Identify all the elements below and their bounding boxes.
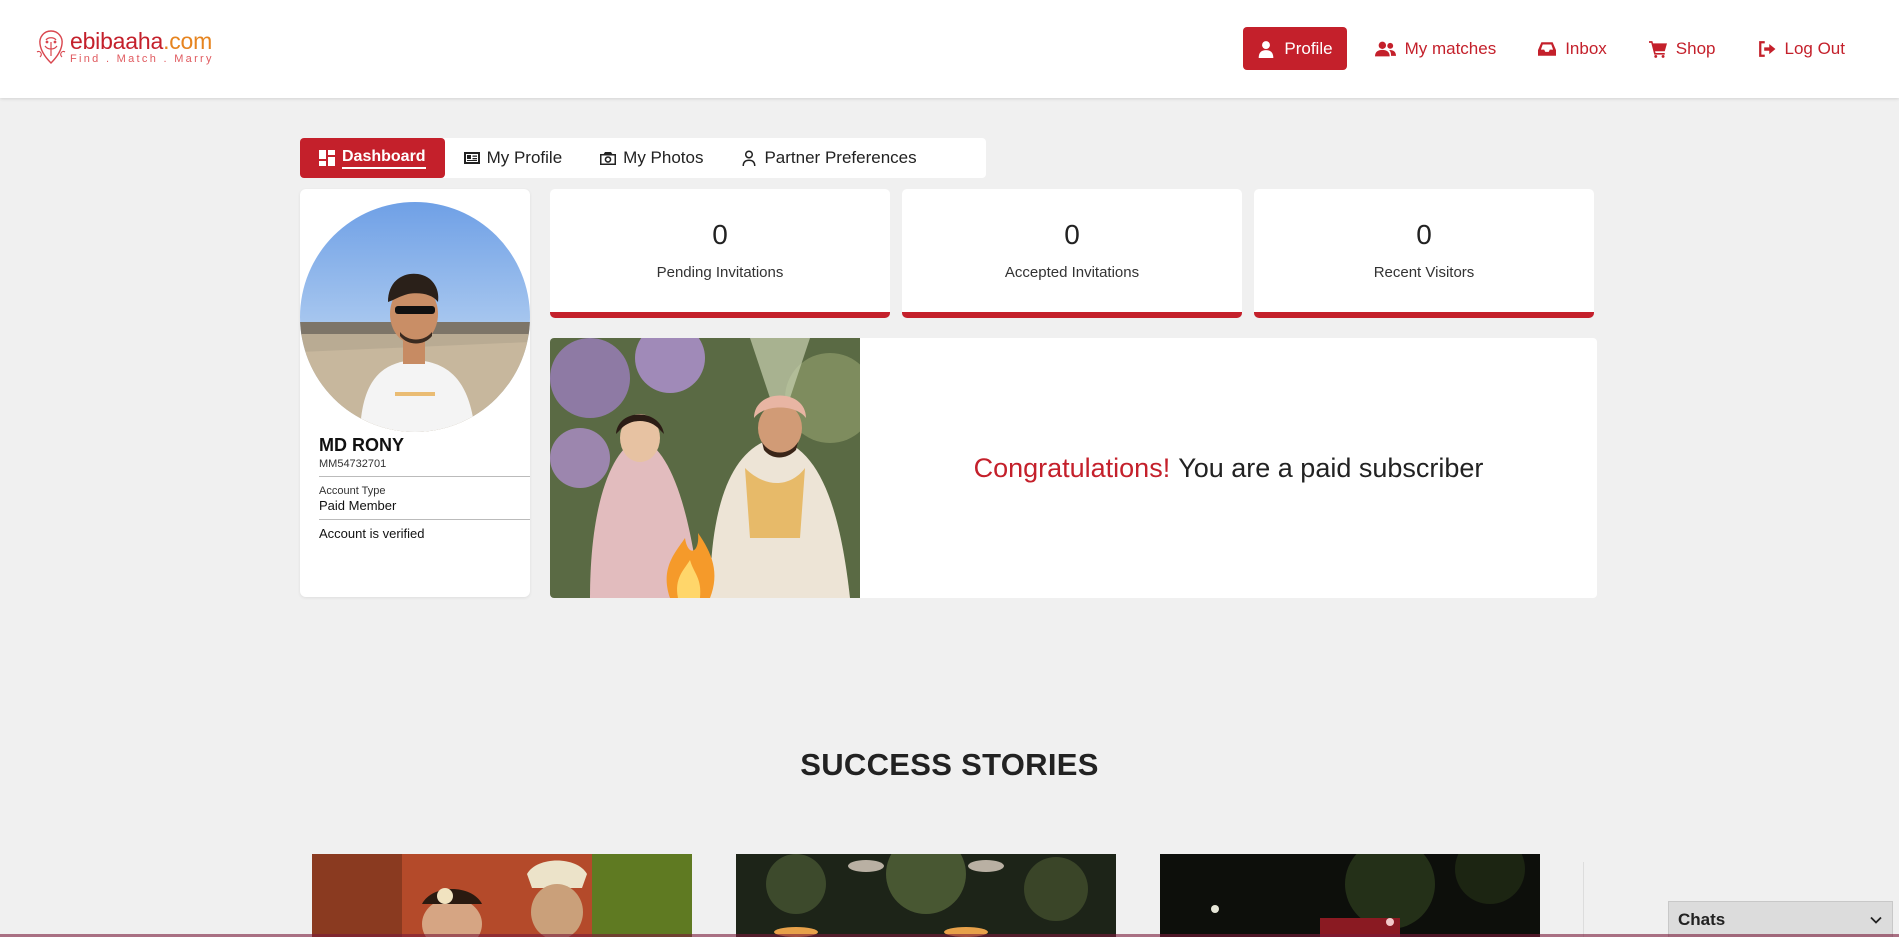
user-icon [1259,40,1274,58]
tab-my-profile-label: My Profile [486,148,563,167]
tab-my-photos[interactable]: My Photos [581,138,722,178]
site-logo[interactable]: ebibaaha.com Find . Match . Marry [34,28,214,66]
stat-label: Accepted Invitations [1004,264,1140,281]
story-photo [736,854,1116,937]
stat-label: Pending Invitations [656,264,784,281]
id-card-icon [463,152,480,164]
subscription-panel: Congratulations! You are a paid subscrib… [550,338,1597,598]
nav-profile[interactable]: Profile [1243,27,1347,70]
divider [1583,862,1584,937]
dashboard-icon [319,150,335,166]
logo-name: ebibaaha [70,27,164,54]
story-card[interactable] [736,854,1116,937]
avatar[interactable] [300,202,530,432]
stat-pending-invitations[interactable]: 0 Pending Invitations [550,189,890,318]
main-nav: Profile My matches Inbox Shop Log Out [1243,27,1859,70]
story-photo [1160,854,1540,937]
avatar-photo [300,202,530,432]
logout-icon [1758,40,1775,57]
stat-recent-visitors[interactable]: 0 Recent Visitors [1254,189,1594,318]
success-stories-title: SUCCESS STORIES [800,747,1099,782]
wedding-photo [550,338,860,598]
tab-my-profile[interactable]: My Profile [445,138,582,178]
account-type-label: Account Type [319,485,386,497]
tab-dashboard-label: Dashboard [342,148,426,169]
logo-suffix: .com [163,27,213,54]
profile-tabs: Dashboard My Profile My Photos Partner P… [300,138,986,178]
logo-icon [36,30,66,64]
nav-logout-label: Log Out [1784,38,1846,58]
profile-name: MD RONY [319,435,404,455]
nav-my-matches[interactable]: My matches [1361,27,1511,70]
stat-value: 0 [1416,219,1432,250]
stat-value: 0 [1064,219,1080,250]
stat-label: Recent Visitors [1373,264,1475,281]
tab-my-photos-label: My Photos [623,148,704,167]
nav-shop[interactable]: Shop [1635,27,1730,70]
congrats-message: You are a paid subscriber [1178,452,1484,483]
nav-profile-label: Profile [1284,38,1333,58]
chats-widget[interactable]: Chats [1668,901,1893,937]
nav-inbox-label: Inbox [1565,38,1607,58]
person-icon [742,150,756,166]
logo-tagline: Find . Match . Marry [70,52,214,65]
top-header: ebibaaha.com Find . Match . Marry Profil… [0,0,1899,98]
nav-shop-label: Shop [1675,38,1716,58]
camera-icon [600,152,617,165]
nav-inbox[interactable]: Inbox [1524,27,1621,70]
verification-status: Account is verified [319,526,425,541]
stat-accepted-invitations[interactable]: 0 Accepted Invitations [902,189,1242,318]
users-icon [1374,41,1396,56]
story-card[interactable] [312,854,692,937]
cart-icon [1648,40,1667,58]
nav-logout[interactable]: Log Out [1744,27,1860,70]
nav-my-matches-label: My matches [1404,38,1497,58]
stat-value: 0 [712,219,728,250]
profile-id: MM54732701 [319,458,530,477]
account-type-value: Paid Member [319,498,530,520]
chats-label: Chats [1678,909,1726,929]
congrats-highlight: Congratulations! [973,452,1171,483]
tab-dashboard[interactable]: Dashboard [300,138,445,178]
tab-partner-preferences[interactable]: Partner Preferences [722,138,935,178]
tab-partner-preferences-label: Partner Preferences [764,148,917,167]
profile-card: MD RONY MM54732701 Account Type Paid Mem… [300,189,530,597]
inbox-icon [1538,41,1557,56]
story-card[interactable] [1160,854,1540,937]
chevron-down-icon[interactable] [1869,913,1883,927]
story-photo [312,854,692,937]
